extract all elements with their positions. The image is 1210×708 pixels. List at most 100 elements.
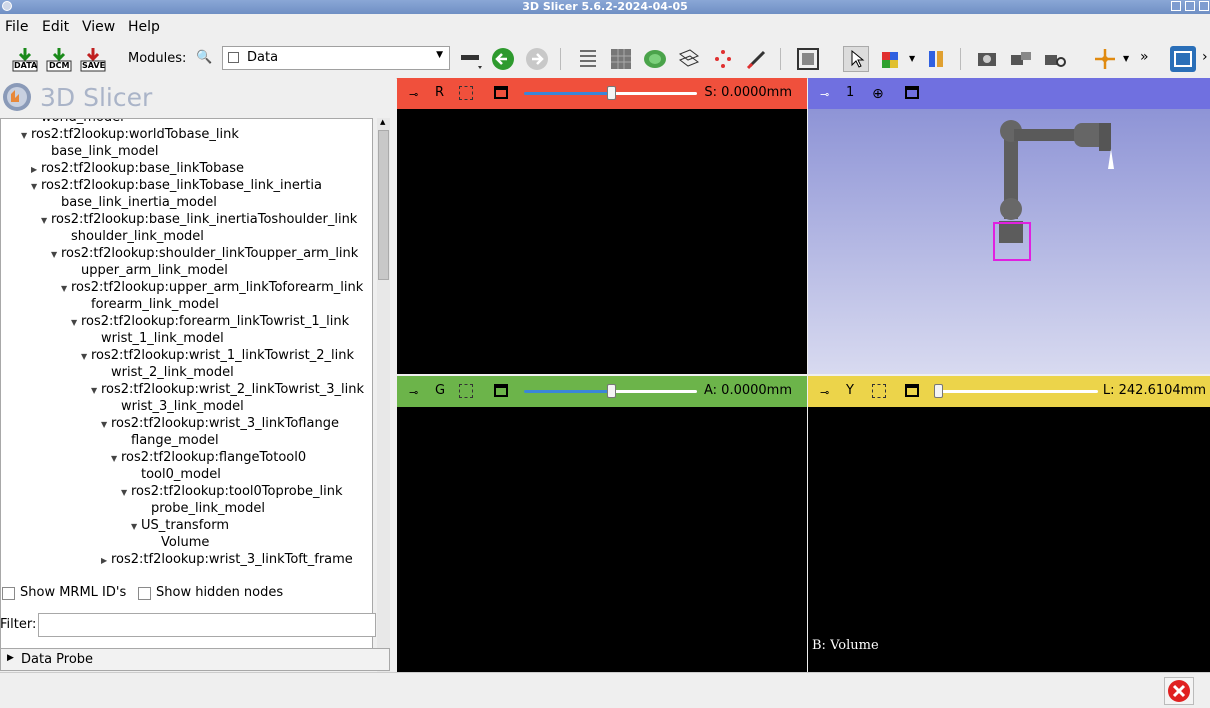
collapse-arrow-icon[interactable]: ▼: [131, 518, 141, 535]
tree-row[interactable]: base_link_model: [41, 143, 158, 160]
tree-row[interactable]: tool0_model: [131, 466, 221, 483]
crosshair-icon[interactable]: [1092, 46, 1118, 72]
data-probe-section[interactable]: ▶ Data Probe: [0, 648, 390, 671]
toolbar-overflow-icon[interactable]: »: [1140, 49, 1149, 65]
extensions-manager-icon[interactable]: [1170, 46, 1196, 72]
transforms-module-icon[interactable]: [676, 46, 702, 72]
toolbar-overflow-icon[interactable]: ›: [1202, 49, 1208, 65]
tree-row[interactable]: wrist_3_link_model: [111, 398, 244, 415]
markups-module-icon[interactable]: [710, 46, 736, 72]
tree-row[interactable]: shoulder_link_model: [61, 228, 204, 245]
select-mouse-mode-button[interactable]: [843, 46, 869, 72]
models-module-icon[interactable]: [642, 46, 668, 72]
show-mrml-ids-checkbox[interactable]: [2, 587, 15, 600]
tree-row[interactable]: ▼ ros2:tf2lookup:base_linkTobase_link_ine…: [31, 177, 322, 194]
scene-view-icon[interactable]: [1008, 46, 1034, 72]
three-d-view[interactable]: [808, 109, 1210, 374]
tree-row[interactable]: wrist_1_link_model: [91, 330, 224, 347]
yellow-slider-knob[interactable]: [934, 384, 943, 398]
close-window-icon[interactable]: [1199, 1, 1209, 11]
chevron-down-icon[interactable]: ▼: [909, 54, 915, 63]
collapse-arrow-icon[interactable]: ▼: [91, 382, 101, 399]
tree-row[interactable]: ▼ ros2:tf2lookup:wrist_1_linkTowrist_2_li…: [81, 347, 354, 364]
pin-icon[interactable]: ⊸: [409, 88, 418, 101]
menu-view[interactable]: View: [82, 19, 115, 35]
chevron-down-icon[interactable]: ▼: [1123, 54, 1129, 63]
expand-arrow-icon[interactable]: ▶: [31, 161, 41, 178]
collapse-arrow-icon[interactable]: ▼: [71, 314, 81, 331]
yellow-slice-view[interactable]: B: Volume: [808, 407, 1210, 672]
probe-view-icon[interactable]: [1042, 46, 1068, 72]
collapse-arrow-icon[interactable]: ▼: [61, 280, 71, 297]
pin-icon[interactable]: ⊸: [409, 386, 418, 399]
load-dicom-button[interactable]: DCM: [46, 46, 72, 72]
collapse-arrow-icon[interactable]: ▼: [81, 348, 91, 365]
tree-scrollbar[interactable]: ▲ ▼: [377, 118, 390, 687]
green-slider-knob[interactable]: [606, 384, 616, 398]
tree-row[interactable]: upper_arm_link_model: [71, 262, 228, 279]
load-data-button[interactable]: DATA: [12, 46, 38, 72]
maximize-view-icon[interactable]: [905, 384, 919, 397]
expand-arrow-icon[interactable]: ▶: [101, 552, 111, 569]
filter-input[interactable]: [38, 613, 376, 637]
tree-row[interactable]: ▼ ros2:tf2lookup:wrist_2_linkTowrist_3_li…: [91, 381, 364, 398]
tree-row[interactable]: ▼ ros2:tf2lookup:forearm_linkTowrist_1_li…: [71, 313, 349, 330]
back-button[interactable]: [490, 46, 516, 72]
data-module-icon[interactable]: [575, 46, 601, 72]
center-view-icon[interactable]: ⊕: [872, 86, 884, 102]
show-hidden-nodes-checkbox[interactable]: [138, 587, 151, 600]
crosshair-color-button[interactable]: [925, 46, 951, 72]
maximize-view-icon[interactable]: [905, 86, 919, 99]
tree-row[interactable]: ▶ ros2:tf2lookup:wrist_3_linkToft_frame: [101, 551, 353, 568]
scroll-up-icon[interactable]: ▲: [380, 118, 385, 126]
window-level-button[interactable]: [878, 46, 904, 72]
pin-icon[interactable]: ⊸: [820, 386, 829, 399]
scrollbar-thumb[interactable]: [378, 130, 389, 280]
menu-file[interactable]: File: [5, 19, 28, 35]
tree-row[interactable]: ▼ ros2:tf2lookup:shoulder_linkToupper_arm…: [51, 245, 358, 262]
tree-row[interactable]: ▼ ros2:tf2lookup:wrist_3_linkToflange: [101, 415, 339, 432]
link-icon[interactable]: [459, 86, 473, 100]
view-toggle-button[interactable]: [458, 46, 484, 72]
collapse-arrow-icon[interactable]: ▼: [121, 484, 131, 501]
volumes-module-icon[interactable]: [608, 46, 634, 72]
tree-row[interactable]: ▼ ros2:tf2lookup:flangeTotool0: [111, 449, 306, 466]
error-log-icon[interactable]: [1164, 677, 1194, 705]
collapse-arrow-icon[interactable]: ▼: [21, 127, 31, 144]
layout-button[interactable]: [795, 46, 821, 72]
save-data-button[interactable]: SAVE: [80, 46, 106, 72]
red-slider-knob[interactable]: [606, 86, 616, 100]
tree-row[interactable]: ▼ ros2:tf2lookup:upper_arm_linkToforearm_…: [61, 279, 363, 296]
link-icon[interactable]: [459, 384, 473, 398]
segment-editor-icon[interactable]: [744, 46, 770, 72]
red-slice-view[interactable]: [397, 109, 807, 374]
maximize-view-icon[interactable]: [494, 86, 508, 99]
tree-row[interactable]: world_model: [31, 119, 124, 126]
forward-button[interactable]: [524, 46, 550, 72]
pin-icon[interactable]: ⊸: [820, 88, 829, 101]
link-icon[interactable]: [872, 384, 886, 398]
collapse-arrow-icon[interactable]: ▼: [41, 212, 51, 229]
tree-row[interactable]: Volume: [151, 534, 209, 551]
tree-row[interactable]: ▼ ros2:tf2lookup:tool0Toprobe_link: [121, 483, 342, 500]
maximize-icon[interactable]: [1185, 1, 1195, 11]
tree-row[interactable]: flange_model: [121, 432, 219, 449]
collapse-arrow-icon[interactable]: ▼: [111, 450, 121, 467]
tree-row[interactable]: ▼ ros2:tf2lookup:base_link_inertiaToshoul…: [41, 211, 357, 228]
green-slice-view[interactable]: [397, 407, 807, 672]
module-search-icon[interactable]: 🔍: [196, 50, 212, 65]
collapse-arrow-icon[interactable]: ▼: [101, 416, 111, 433]
collapse-arrow-icon[interactable]: ▼: [51, 246, 61, 263]
tree-row[interactable]: base_link_inertia_model: [51, 194, 217, 211]
tree-row[interactable]: ▼ US_transform: [131, 517, 229, 534]
menu-help[interactable]: Help: [128, 19, 160, 35]
yellow-offset-slider[interactable]: [938, 390, 1098, 393]
module-selector[interactable]: Data ▼: [222, 46, 450, 70]
tree-row[interactable]: ▼ ros2:tf2lookup:worldTobase_link: [21, 126, 239, 143]
menu-edit[interactable]: Edit: [42, 19, 69, 35]
tree-row[interactable]: probe_link_model: [141, 500, 265, 517]
screenshot-icon[interactable]: [974, 46, 1000, 72]
tree-row[interactable]: wrist_2_link_model: [101, 364, 234, 381]
collapse-arrow-icon[interactable]: ▼: [31, 178, 41, 195]
tree-row[interactable]: ▶ ros2:tf2lookup:base_linkTobase: [31, 160, 244, 177]
